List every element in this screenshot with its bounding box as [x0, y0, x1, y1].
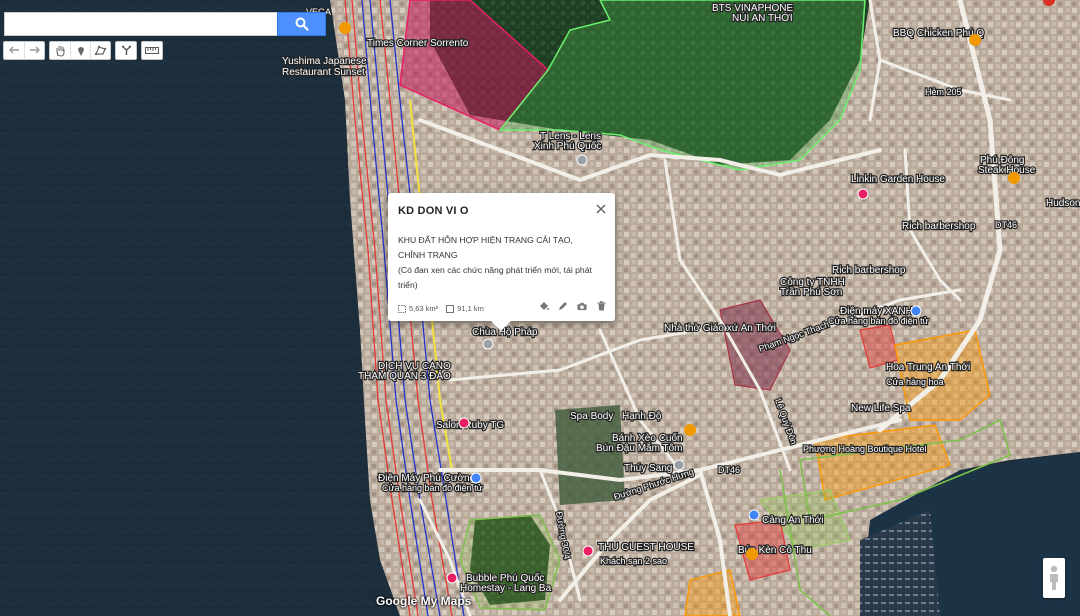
blue-pin-icon[interactable]	[470, 472, 482, 484]
pan-tool-button[interactable]	[50, 42, 70, 59]
close-icon	[596, 204, 606, 214]
map-label: Hẻm 205	[925, 87, 962, 97]
map-label: Cửa hàng hoa	[886, 377, 944, 387]
add-photo-button[interactable]	[577, 301, 587, 311]
undo-button[interactable]	[4, 42, 24, 59]
map-attribution: Google My Maps	[376, 594, 472, 608]
map-label: Times Corner Sorrento	[367, 38, 469, 49]
map-label: Steak House	[978, 165, 1036, 176]
map-label: Thúy Sang	[624, 463, 672, 474]
map-label: Homestay - Lang Ba	[460, 583, 552, 594]
blue-pin-icon[interactable]	[748, 509, 760, 521]
map-label: Khách sạn 2 sao	[600, 556, 667, 566]
perimeter-value: 91,1 km	[457, 304, 484, 313]
popup-desc-line: (Có đan xen các chức năng phát triển mới…	[398, 265, 592, 275]
directions-group	[115, 41, 137, 60]
polygon-icon	[94, 45, 106, 56]
map-label: Rich barbershop	[832, 265, 906, 276]
delete-button[interactable]	[596, 301, 606, 311]
edit-button[interactable]	[558, 301, 568, 311]
map-label: Spa Body	[570, 411, 613, 422]
map-label: Trần Phú Sơn	[780, 286, 842, 298]
map-label: Hạnh Độ	[622, 411, 662, 422]
gray-pin-icon[interactable]	[673, 459, 685, 471]
trash-icon	[597, 301, 605, 311]
map-label: Xinh Phú Quốc	[534, 140, 601, 152]
popup-desc-line: KHU ĐẤT HỖN HỢP HIỆN TRẠNG CẢI TẠO,	[398, 235, 573, 245]
pink-pin-icon[interactable]	[458, 417, 470, 429]
measure-group	[141, 41, 163, 60]
gray-pin-icon[interactable]	[482, 338, 494, 350]
search-icon	[295, 17, 309, 31]
pink-pin-icon[interactable]	[857, 188, 869, 200]
map-label: NÚI AN THỚI	[732, 11, 793, 24]
popup-close-button[interactable]	[595, 202, 607, 214]
search-button[interactable]	[277, 12, 326, 36]
gray-pin-icon[interactable]	[576, 154, 588, 166]
map-label: Bún Đậu Mắm Tôm	[596, 441, 683, 454]
map-label: Rich barbershop	[902, 221, 976, 232]
area-stat: 5,63 km²	[398, 304, 438, 313]
street-view-pegman[interactable]	[1043, 558, 1065, 598]
map-label: DT46	[718, 465, 740, 475]
camera-icon	[577, 302, 587, 310]
map-label: Yushima Japanese	[282, 56, 367, 67]
measure-button[interactable]	[142, 42, 162, 59]
area-icon	[398, 304, 406, 313]
pink-pin-icon[interactable]	[446, 572, 458, 584]
area-value: 5,63 km²	[409, 304, 439, 313]
blue-pin-icon[interactable]	[910, 305, 922, 317]
map-label: Cảng An Thới	[762, 515, 823, 526]
pen-icon	[559, 302, 567, 310]
map-label: THAM QUAN 3 ĐẢO	[358, 369, 451, 382]
map-label: Restaurant Sunset	[282, 67, 365, 78]
overlay-park-zone[interactable]	[459, 514, 561, 611]
map-label: Linkin Garden House	[851, 174, 945, 185]
hand-icon	[56, 45, 64, 57]
marker-icon	[77, 46, 84, 56]
popup-measurements: 5,63 km² 91,1 km	[398, 304, 484, 313]
perimeter-icon	[446, 304, 455, 313]
ruler-icon	[145, 47, 159, 54]
popup-desc-line: CHỈNH TRANG	[398, 250, 458, 260]
popup-actions	[539, 301, 606, 311]
paint-bucket-icon	[540, 302, 549, 310]
redo-button[interactable]	[24, 42, 44, 59]
map-label: New Life Spa	[851, 403, 911, 414]
feature-info-popup: KD DON VI O KHU ĐẤT HỖN HỢP HIỆN TRẠNG C…	[388, 193, 615, 331]
map-label: Cửa hàng bán đồ điện tử	[828, 316, 929, 326]
history-group	[3, 41, 45, 60]
map-label: Hudson	[1046, 198, 1080, 209]
perimeter-stat: 91,1 km	[446, 304, 484, 313]
redo-icon	[30, 46, 40, 54]
popup-description: KHU ĐẤT HỖN HỢP HIỆN TRẠNG CẢI TẠO, CHỈN…	[398, 233, 605, 293]
undo-icon	[8, 46, 19, 54]
search-input[interactable]	[5, 13, 277, 35]
pegman-icon	[1050, 565, 1058, 590]
pink-pin-icon[interactable]	[582, 545, 594, 557]
add-marker-button[interactable]	[70, 42, 90, 59]
map-label: Salon Ruby TG	[436, 420, 504, 431]
directions-button[interactable]	[116, 42, 136, 59]
draw-tools-group	[49, 41, 111, 60]
map-label: THU GUEST HOUSE	[598, 542, 694, 553]
map-label: Hoa Trung An Thới	[886, 362, 970, 373]
route-icon	[121, 45, 131, 55]
style-button[interactable]	[539, 301, 549, 311]
draw-line-button[interactable]	[90, 42, 110, 59]
map-label: DT46	[995, 220, 1017, 230]
map-label: Cửa hàng bán đồ điện tử	[382, 483, 483, 493]
map-label: Nhà thờ Giáo xứ An Thới	[664, 323, 776, 334]
popup-desc-line: triển)	[398, 280, 418, 290]
popup-title: KD DON VI O	[398, 205, 469, 217]
drawing-toolbar	[3, 41, 163, 60]
map-label: Phượng Hoàng Boutique Hotel	[803, 444, 927, 454]
search-box[interactable]	[4, 12, 277, 36]
